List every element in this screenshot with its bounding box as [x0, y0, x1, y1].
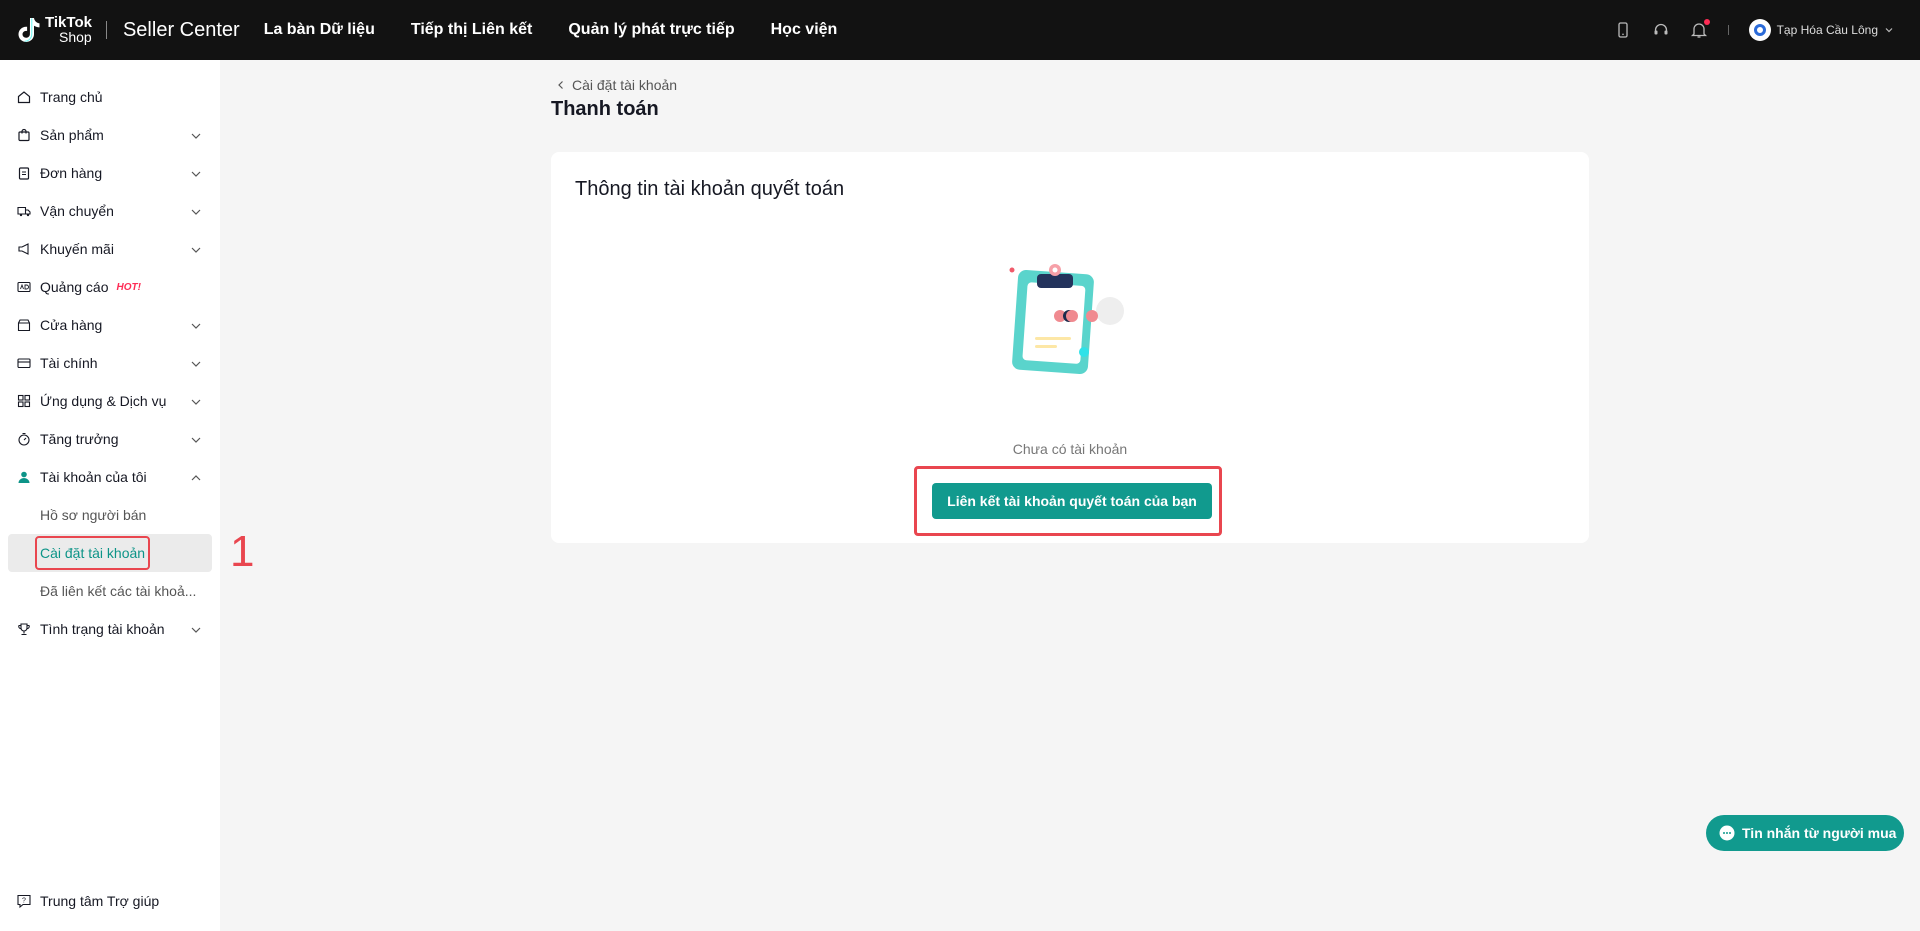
logo-line1: TikTok: [45, 14, 92, 31]
chevron-down-icon: [190, 129, 202, 141]
sidebar-item-label: Quảng cáo: [40, 279, 109, 295]
home-icon: [16, 89, 32, 105]
apps-icon: [16, 393, 32, 409]
clipboard-icon: [16, 165, 32, 181]
sidebar-item-finance[interactable]: Tài chính: [0, 344, 220, 382]
nav-data-compass[interactable]: La bàn Dữ liệu: [264, 21, 375, 39]
sidebar-item-label: Ứng dụng & Dịch vụ: [40, 393, 167, 409]
logo-divider: [105, 21, 107, 39]
store-icon: [16, 317, 32, 333]
top-right-tools: Tạp Hóa Cầu Lông: [1614, 0, 1894, 60]
chevron-down-icon: [190, 167, 202, 179]
avatar: [1748, 19, 1771, 41]
trophy-icon: [16, 621, 32, 637]
help-center-link[interactable]: ? Trung tâm Trợ giúp: [16, 893, 159, 909]
card-title: Thông tin tài khoản quyết toán: [575, 178, 845, 200]
chevron-down-icon: [190, 623, 202, 635]
empty-state-text: Chưa có tài khoản: [1012, 441, 1128, 457]
toolbar-divider: [1727, 25, 1729, 35]
svg-text:?: ?: [22, 898, 26, 905]
tiktok-shop-logo[interactable]: TikTok Shop: [15, 15, 92, 45]
chat-bubble-icon: [1719, 825, 1735, 841]
sidebar-item-home[interactable]: Trang chủ: [0, 78, 220, 116]
truck-icon: [16, 203, 32, 219]
sidebar-item-products[interactable]: Sản phẩm: [0, 116, 220, 154]
sidebar-item-orders[interactable]: Đơn hàng: [0, 154, 220, 192]
ads-icon: [16, 279, 32, 295]
headset-icon[interactable]: [1652, 21, 1670, 39]
sidebar-item-label: Cửa hàng: [40, 317, 103, 333]
sidebar-item-label: Tài khoản của tôi: [40, 469, 147, 485]
sidebar-subitem-label: Cài đặt tài khoản: [35, 536, 151, 570]
sidebar-menu: Trang chủ Sản phẩm Đơn hàng Vận chuyển K…: [0, 60, 220, 648]
buyer-messages-label: Tin nhắn từ người mua: [1742, 825, 1897, 841]
chevron-down-icon: [190, 433, 202, 445]
nav-affiliate[interactable]: Tiếp thị Liên kết: [411, 21, 533, 39]
breadcrumb[interactable]: Cài đặt tài khoản: [556, 77, 677, 93]
annotation-highlight-box: Liên kết tài khoản quyết toán của bạn: [914, 466, 1222, 536]
sidebar-subitem-account-settings[interactable]: Cài đặt tài khoản: [8, 534, 212, 572]
sidebar-item-label: Tài chính: [40, 355, 98, 371]
page-title: Thanh toán: [551, 98, 659, 120]
sidebar-subitem-label: Hồ sơ người bán: [40, 507, 147, 523]
sidebar-item-promotions[interactable]: Khuyến mãi: [0, 230, 220, 268]
chevron-left-icon: [558, 81, 563, 89]
buyer-messages-button[interactable]: Tin nhắn từ người mua: [1706, 815, 1904, 851]
user-icon: [16, 469, 32, 485]
card-icon: [16, 355, 32, 371]
chevron-up-icon: [190, 471, 202, 483]
sidebar-item-label: Trang chủ: [40, 89, 103, 105]
hot-badge: HOT!: [116, 281, 141, 293]
stopwatch-icon: [16, 431, 32, 447]
sidebar-item-label: Tăng trưởng: [40, 431, 119, 447]
bag-icon: [16, 127, 32, 143]
chevron-down-icon: [190, 243, 202, 255]
sidebar-item-label: Khuyến mãi: [40, 241, 114, 257]
sidebar-item-shipping[interactable]: Vận chuyển: [0, 192, 220, 230]
megaphone-icon: [16, 241, 32, 257]
mobile-icon[interactable]: [1614, 21, 1632, 39]
top-nav: La bàn Dữ liệu Tiếp thị Liên kết Quản lý…: [264, 21, 838, 39]
user-name: Tạp Hóa Cầu Lông: [1776, 23, 1878, 37]
sidebar-subitem-label: Đã liên kết các tài khoả...: [40, 583, 197, 599]
sidebar-item-store[interactable]: Cửa hàng: [0, 306, 220, 344]
user-menu[interactable]: Tạp Hóa Cầu Lông: [1748, 19, 1894, 41]
top-bar: TikTok Shop Seller Center La bàn Dữ liệu…: [0, 0, 1920, 60]
settlement-account-card: Thông tin tài khoản quyết toán Chưa có t…: [551, 152, 1589, 543]
nav-academy[interactable]: Học viện: [771, 21, 838, 39]
bell-icon[interactable]: [1690, 19, 1710, 39]
help-chat-icon: ?: [16, 893, 32, 909]
chevron-down-icon: [190, 319, 202, 331]
nav-live[interactable]: Quản lý phát trực tiếp: [568, 21, 734, 39]
annotation-number-1: 1: [230, 527, 255, 576]
notification-dot: [1703, 19, 1710, 25]
sidebar-item-label: Đơn hàng: [40, 165, 103, 181]
sidebar-item-label: Vận chuyển: [40, 203, 114, 219]
tiktok-logo-icon: [18, 18, 40, 42]
sidebar-item-account-health[interactable]: Tình trạng tài khoản: [0, 610, 220, 648]
chevron-down-icon: [190, 357, 202, 369]
chevron-down-icon: [190, 205, 202, 217]
sidebar-item-label: Sản phẩm: [40, 127, 104, 143]
logo-line2: Shop: [59, 29, 92, 45]
chevron-down-icon: [190, 395, 202, 407]
sidebar: Trang chủ Sản phẩm Đơn hàng Vận chuyển K…: [0, 60, 220, 931]
sidebar-item-growth[interactable]: Tăng trưởng: [0, 420, 220, 458]
sidebar-subitem-linked-accounts[interactable]: Đã liên kết các tài khoả...: [0, 572, 220, 610]
sidebar-subitem-seller-profile[interactable]: Hồ sơ người bán: [0, 496, 220, 534]
brand-title[interactable]: Seller Center: [123, 19, 240, 42]
sidebar-item-ads[interactable]: Quảng cáo HOT!: [0, 268, 220, 306]
breadcrumb-label: Cài đặt tài khoản: [572, 77, 678, 93]
help-center-label: Trung tâm Trợ giúp: [40, 893, 160, 909]
chevron-down-icon: [1885, 28, 1893, 33]
sidebar-item-my-account[interactable]: Tài khoản của tôi: [0, 458, 220, 496]
sidebar-item-apps[interactable]: Ứng dụng & Dịch vụ: [0, 382, 220, 420]
sidebar-item-label: Tình trạng tài khoản: [40, 621, 165, 637]
empty-clipboard-illustration: [1009, 264, 1124, 374]
link-settlement-account-button[interactable]: Liên kết tài khoản quyết toán của bạn: [932, 483, 1212, 519]
